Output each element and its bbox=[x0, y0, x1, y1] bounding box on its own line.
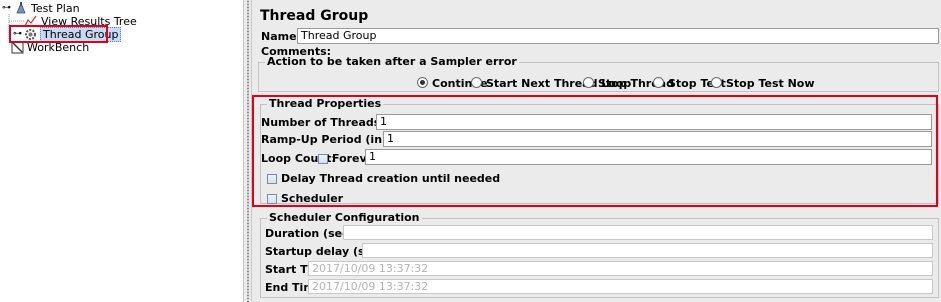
thread-group-highlight-box bbox=[9, 25, 108, 43]
startup-delay-field[interactable] bbox=[362, 243, 933, 258]
radio-stop-test-now[interactable]: Stop Test Now bbox=[711, 77, 815, 90]
end-time-field[interactable]: 2017/10/09 13:37:32 bbox=[308, 279, 933, 294]
name-label: Name: bbox=[261, 30, 301, 43]
test-plan-tree: ⊶ Test Plan View Results Tree ⊶ Thread G… bbox=[0, 0, 243, 302]
radio-start-next-thread-loop-icon[interactable] bbox=[471, 77, 482, 88]
duration-field[interactable] bbox=[343, 225, 933, 240]
page-title: Thread Group bbox=[260, 8, 369, 24]
scheduler-configuration-title: Scheduler Configuration bbox=[267, 211, 422, 224]
splitter-grip[interactable] bbox=[247, 0, 249, 302]
radio-stop-thread-icon[interactable] bbox=[583, 77, 594, 88]
test-plan-icon bbox=[16, 2, 26, 14]
tree-label-test-plan: Test Plan bbox=[31, 1, 80, 15]
collapse-handle-icon[interactable]: ⊶ bbox=[2, 3, 12, 13]
thread-properties-highlight-box bbox=[252, 95, 938, 207]
pane-splitter[interactable] bbox=[243, 0, 252, 302]
sampler-error-title: Action to be taken after a Sampler error bbox=[265, 55, 519, 68]
radio-stop-test-now-label: Stop Test Now bbox=[726, 77, 815, 90]
tree-item-test-plan[interactable]: ⊶ Test Plan bbox=[2, 1, 80, 15]
name-field[interactable]: Thread Group bbox=[297, 28, 939, 44]
start-time-field[interactable]: 2017/10/09 13:37:32 bbox=[308, 261, 933, 276]
radio-stop-test-now-icon[interactable] bbox=[711, 77, 722, 88]
radio-stop-test-icon[interactable] bbox=[653, 77, 664, 88]
radio-continue-icon[interactable] bbox=[417, 77, 428, 88]
thread-group-panel: Thread Group Name: Thread Group Comments… bbox=[252, 0, 941, 302]
